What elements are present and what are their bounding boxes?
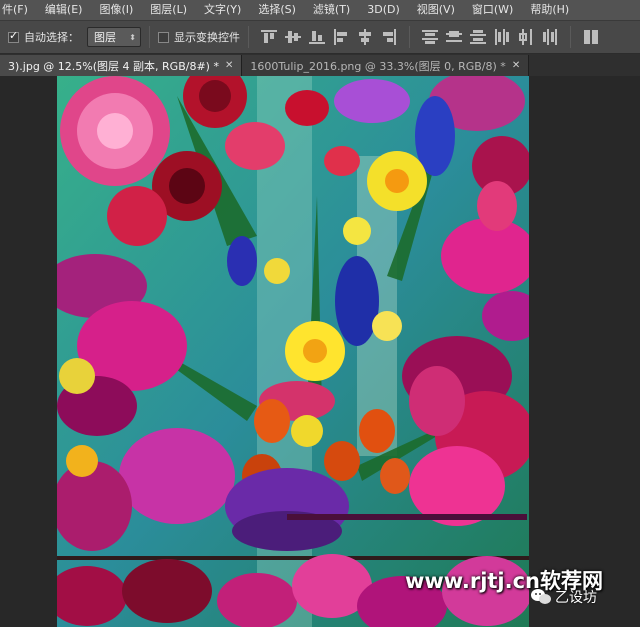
options-bar: 自动选择： 图层 ⬍ 显示变换控件 <box>0 20 640 54</box>
wechat-icon <box>530 588 552 606</box>
distribute-right-edges-icon[interactable] <box>542 29 558 45</box>
auto-align-layers-icon[interactable] <box>583 29 599 45</box>
menu-filter[interactable]: 滤镜(T) <box>305 0 359 20</box>
distribute-bottom-edges-icon[interactable] <box>470 29 486 45</box>
document-canvas[interactable] <box>57 76 529 627</box>
distribute-top-edges-icon[interactable] <box>422 29 438 45</box>
menu-edit[interactable]: 编辑(E) <box>37 0 92 20</box>
menu-file[interactable]: 件(F) <box>0 0 37 20</box>
show-transform-controls-checkbox[interactable] <box>158 31 169 43</box>
watermark-account: 乙设坊 <box>530 587 597 607</box>
menu-layer[interactable]: 图层(L) <box>142 0 196 20</box>
auto-select-target-dropdown[interactable]: 图层 ⬍ <box>87 27 141 47</box>
show-transform-controls-label: 显示变换控件 <box>174 31 240 44</box>
flower-collage-image <box>57 76 529 627</box>
distribute-left-edges-icon[interactable] <box>494 29 510 45</box>
align-left-edges-icon[interactable] <box>333 29 349 45</box>
tab-document-1[interactable]: 3).jpg @ 12.5%(图层 4 副本, RGB/8#) * ✕ <box>0 55 243 76</box>
align-vertical-centers-icon[interactable] <box>285 29 301 45</box>
align-top-edges-icon[interactable] <box>261 29 277 45</box>
menu-bar: 件(F) 编辑(E) 图像(I) 图层(L) 文字(Y) 选择(S) 滤镜(T)… <box>0 0 640 20</box>
separator <box>149 26 150 48</box>
separator <box>570 26 571 48</box>
menu-help[interactable]: 帮助(H) <box>522 0 578 20</box>
dropdown-arrows-icon: ⬍ <box>129 32 136 42</box>
separator <box>248 26 249 48</box>
close-icon[interactable]: ✕ <box>225 60 233 71</box>
separator <box>409 26 410 48</box>
tab-document-1-label: 3).jpg @ 12.5%(图层 4 副本, RGB/8#) * <box>8 59 219 73</box>
menu-view[interactable]: 视图(V) <box>409 0 464 20</box>
workspace[interactable]: www.rjtj.cn软荐网 乙设坊 <box>0 76 640 627</box>
align-horizontal-centers-icon[interactable] <box>357 29 373 45</box>
distribute-horizontal-centers-icon[interactable] <box>518 29 534 45</box>
menu-window[interactable]: 窗口(W) <box>464 0 522 20</box>
auto-select-label: 自动选择： <box>24 31 79 44</box>
align-right-edges-icon[interactable] <box>381 29 397 45</box>
distribute-vertical-centers-icon[interactable] <box>446 29 462 45</box>
menu-image[interactable]: 图像(I) <box>91 0 142 20</box>
align-bottom-edges-icon[interactable] <box>309 29 325 45</box>
tab-document-2[interactable]: 1600Tulip_2016.png @ 33.3%(图层 0, RGB/8) … <box>242 55 530 76</box>
menu-select[interactable]: 选择(S) <box>250 0 305 20</box>
watermark-account-name: 乙设坊 <box>555 590 597 606</box>
auto-select-target-value: 图层 <box>94 31 116 44</box>
auto-select-checkbox[interactable] <box>8 29 19 43</box>
menu-type[interactable]: 文字(Y) <box>196 0 250 20</box>
tab-document-2-label: 1600Tulip_2016.png @ 33.3%(图层 0, RGB/8) … <box>250 59 506 73</box>
document-tab-bar: 3).jpg @ 12.5%(图层 4 副本, RGB/8#) * ✕ 1600… <box>0 54 640 76</box>
close-icon[interactable]: ✕ <box>512 60 520 71</box>
menu-3d[interactable]: 3D(D) <box>359 0 409 20</box>
